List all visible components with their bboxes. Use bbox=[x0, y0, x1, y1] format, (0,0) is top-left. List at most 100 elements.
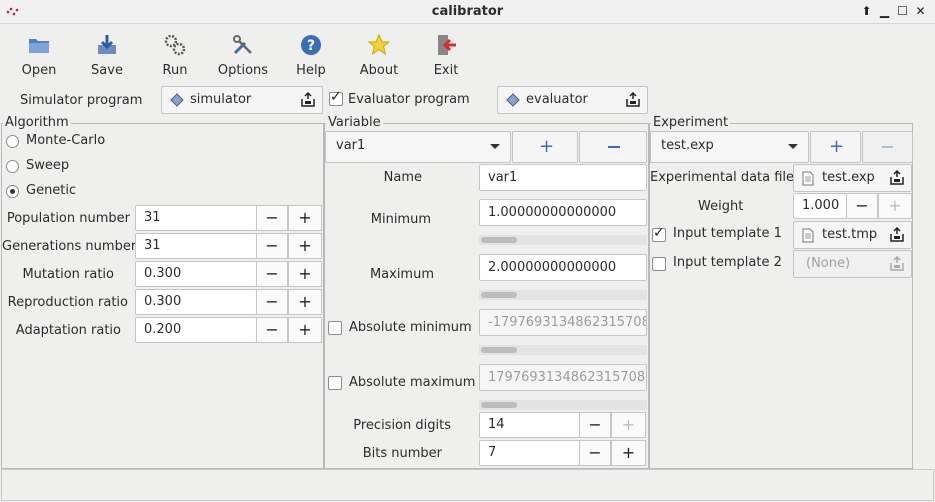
variable-name-field[interactable]: var1 bbox=[479, 164, 647, 191]
precision-increment-button[interactable]: + bbox=[611, 412, 646, 438]
precision-digits-label: Precision digits bbox=[353, 418, 451, 433]
plus-icon: + bbox=[829, 136, 845, 157]
remove-experiment-button[interactable] bbox=[862, 131, 913, 163]
exit-icon bbox=[438, 35, 456, 55]
variable-select[interactable]: var1 bbox=[325, 131, 511, 163]
evaluator-program-checkbox[interactable] bbox=[329, 89, 343, 106]
absolute-minimum-checkbox[interactable] bbox=[328, 321, 342, 335]
generations-number-field[interactable]: 31 bbox=[135, 233, 257, 259]
add-variable-button[interactable]: + bbox=[512, 131, 578, 163]
reproduction-increment-button[interactable]: + bbox=[288, 289, 322, 315]
about-button[interactable]: About bbox=[354, 30, 404, 78]
experimental-data-file-button[interactable]: test.exp bbox=[793, 164, 912, 192]
bits-decrement-button[interactable]: − bbox=[579, 440, 611, 466]
input-template-2-button[interactable]: (None) bbox=[793, 250, 912, 278]
experiment-title: Experiment bbox=[651, 115, 731, 130]
title-bar: calibrator ⬆ ▁ ☐ ✕ bbox=[0, 0, 935, 24]
mutation-increment-button[interactable]: + bbox=[288, 261, 322, 287]
window-title: calibrator bbox=[431, 4, 504, 19]
input-template-1-label: Input template 1 bbox=[673, 226, 782, 241]
bits-number-field[interactable]: 7 bbox=[479, 440, 580, 466]
genetic-radio[interactable] bbox=[6, 185, 19, 198]
precision-digits-field[interactable]: 14 bbox=[479, 412, 580, 438]
maximize-icon[interactable]: ☐ bbox=[894, 3, 911, 20]
mutation-ratio-field[interactable]: 0.300 bbox=[135, 261, 257, 287]
precision-decrement-button[interactable]: − bbox=[579, 412, 611, 438]
chevron-down-icon bbox=[490, 144, 500, 149]
bits-increment-button[interactable]: + bbox=[611, 440, 646, 466]
population-decrement-button[interactable]: − bbox=[256, 205, 288, 231]
experimental-data-file-label: Experimental data file bbox=[650, 170, 795, 185]
gears-icon bbox=[164, 34, 186, 56]
generations-decrement-button[interactable]: − bbox=[256, 233, 288, 259]
input-template-2-checkbox[interactable] bbox=[652, 257, 666, 271]
scrollbar-thumb[interactable] bbox=[481, 402, 517, 408]
close-icon[interactable]: ✕ bbox=[912, 3, 929, 20]
weight-increment-button[interactable]: + bbox=[878, 193, 912, 219]
sweep-radio[interactable] bbox=[6, 160, 19, 173]
input-template-1-checkbox[interactable] bbox=[652, 225, 666, 242]
variable-name-label: Name bbox=[383, 170, 422, 185]
open-file-icon bbox=[889, 169, 905, 190]
maximum-field[interactable]: 2.00000000000000 bbox=[479, 254, 647, 281]
document-icon bbox=[802, 171, 814, 190]
reproduction-ratio-field[interactable]: 0.300 bbox=[135, 289, 257, 315]
adaptation-decrement-button[interactable]: − bbox=[256, 317, 288, 343]
executable-icon bbox=[506, 93, 520, 111]
simulator-program-label: Simulator program bbox=[20, 93, 143, 108]
options-button[interactable]: Options bbox=[215, 30, 271, 78]
minimize-icon[interactable]: ▁ bbox=[876, 3, 893, 20]
simulator-program-button[interactable]: simulator bbox=[161, 86, 323, 114]
open-folder-icon bbox=[29, 39, 49, 53]
mutation-decrement-button[interactable]: − bbox=[256, 261, 288, 287]
open-file-icon bbox=[300, 91, 316, 112]
adaptation-ratio-field[interactable]: 0.200 bbox=[135, 317, 257, 343]
document-icon bbox=[802, 228, 814, 247]
scrollbar-thumb[interactable] bbox=[481, 347, 517, 353]
minus-icon bbox=[882, 146, 893, 148]
scrollbar-thumb[interactable] bbox=[481, 292, 517, 298]
weight-field[interactable]: 1.000 bbox=[793, 193, 847, 219]
experiment-select[interactable]: test.exp bbox=[650, 131, 809, 163]
population-increment-button[interactable]: + bbox=[288, 205, 322, 231]
evaluator-program-button[interactable]: evaluator bbox=[497, 86, 648, 114]
open-button[interactable]: Open bbox=[14, 30, 64, 78]
genetic-label: Genetic bbox=[26, 183, 77, 198]
open-file-icon bbox=[889, 226, 905, 247]
help-button[interactable]: ? Help bbox=[286, 30, 336, 78]
status-bar bbox=[1, 469, 934, 501]
save-button[interactable]: Save bbox=[82, 30, 132, 78]
monte-carlo-radio[interactable] bbox=[6, 135, 19, 148]
minimum-scrollbar[interactable] bbox=[479, 235, 647, 245]
minimum-field[interactable]: 1.00000000000000 bbox=[479, 199, 647, 226]
reproduction-ratio-label: Reproduction ratio bbox=[7, 295, 128, 310]
remove-variable-button[interactable] bbox=[579, 131, 647, 163]
reproduction-decrement-button[interactable]: − bbox=[256, 289, 288, 315]
keep-above-icon[interactable]: ⬆ bbox=[858, 3, 875, 20]
adaptation-increment-button[interactable]: + bbox=[288, 317, 322, 343]
absolute-minimum-label: Absolute minimum bbox=[349, 320, 472, 335]
absolute-maximum-scrollbar[interactable] bbox=[479, 400, 647, 410]
absolute-minimum-field[interactable]: -1797693134862315708 bbox=[479, 309, 647, 336]
run-button[interactable]: Run bbox=[150, 30, 200, 78]
scrollbar-thumb[interactable] bbox=[481, 237, 517, 243]
minimum-label: Minimum bbox=[370, 212, 431, 227]
mutation-ratio-label: Mutation ratio bbox=[22, 267, 114, 282]
maximum-scrollbar[interactable] bbox=[479, 290, 647, 300]
absolute-maximum-checkbox[interactable] bbox=[328, 376, 342, 390]
add-experiment-button[interactable]: + bbox=[810, 131, 861, 163]
population-number-field[interactable]: 31 bbox=[135, 205, 257, 231]
evaluator-program-label: Evaluator program bbox=[348, 92, 470, 107]
generations-increment-button[interactable]: + bbox=[288, 233, 322, 259]
absolute-minimum-scrollbar[interactable] bbox=[479, 345, 647, 355]
absolute-maximum-field[interactable]: 1797693134862315708 bbox=[479, 364, 647, 391]
exit-button[interactable]: Exit bbox=[421, 30, 471, 78]
star-icon bbox=[367, 33, 391, 56]
help-icon: ? bbox=[301, 35, 321, 55]
weight-label: Weight bbox=[698, 199, 744, 214]
input-template-1-button[interactable]: test.tmp bbox=[793, 221, 912, 249]
minus-icon bbox=[608, 146, 620, 148]
tools-icon bbox=[233, 35, 252, 55]
weight-decrement-button[interactable]: − bbox=[846, 193, 878, 219]
chevron-down-icon bbox=[788, 144, 798, 149]
